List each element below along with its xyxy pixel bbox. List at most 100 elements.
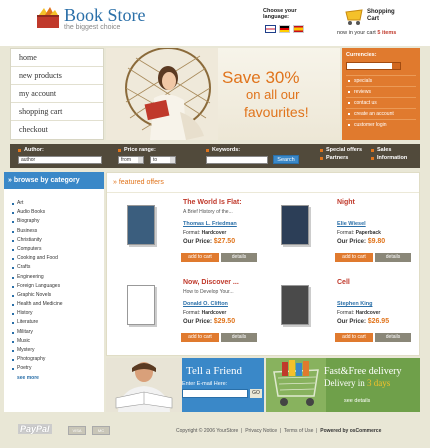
nav-new-products[interactable]: new products — [11, 67, 103, 85]
partners-link[interactable]: Partners — [320, 155, 348, 161]
banner-headline: Save 30% — [222, 68, 300, 87]
price-label: Our Price: — [337, 319, 367, 325]
spanish-flag-icon[interactable] — [293, 25, 304, 33]
category-header: » browse by category — [4, 172, 104, 189]
powered-by[interactable]: Powered by osCommerce — [320, 428, 381, 434]
delivery-days: 3 days — [367, 378, 391, 388]
category-item[interactable]: Biography — [4, 217, 104, 226]
category-item[interactable]: Health and Medicine — [4, 300, 104, 309]
book-title[interactable]: Now, Discover ... — [183, 279, 239, 286]
add-to-cart-button[interactable]: add to cart — [181, 333, 219, 342]
book-cover-image[interactable] — [281, 285, 309, 325]
add-to-cart-button[interactable]: add to cart — [335, 253, 373, 262]
store-name[interactable]: Book Store — [64, 5, 146, 26]
see-more-link[interactable]: see more — [4, 375, 104, 381]
details-button[interactable]: details — [221, 333, 257, 342]
book-cover-image[interactable] — [127, 285, 155, 325]
information-link[interactable]: Information — [371, 155, 407, 161]
book-title[interactable]: Night — [337, 199, 355, 206]
link-specials[interactable]: specials — [346, 75, 416, 85]
author-input[interactable]: author — [18, 156, 102, 164]
link-customer-login[interactable]: customer login — [346, 119, 416, 129]
link-contact[interactable]: contact us — [346, 97, 416, 107]
friend-email-input[interactable] — [182, 389, 248, 398]
terms-link[interactable]: Terms of Use — [284, 428, 313, 434]
book-author[interactable]: Stephen King — [337, 301, 372, 307]
book-title[interactable]: The World Is Flat: — [183, 199, 242, 206]
category-item[interactable]: Crafts — [4, 263, 104, 272]
format-label: Format: — [337, 310, 355, 316]
nav-checkout[interactable]: checkout — [11, 121, 103, 139]
german-flag-icon[interactable] — [279, 25, 290, 33]
category-item[interactable]: History — [4, 309, 104, 318]
featured-title: featured offers — [118, 179, 164, 186]
privacy-link[interactable]: Privacy Notice — [245, 428, 277, 434]
category-item[interactable]: Military — [4, 328, 104, 337]
category-item[interactable]: Christianity — [4, 236, 104, 245]
promo-banner[interactable]: Save 30% on all our favourites! — [106, 48, 340, 140]
header: Book Store the biggest choice Choose you… — [0, 0, 430, 46]
category-item[interactable]: Photography — [4, 355, 104, 364]
book-subtitle: A Brief History of the... — [183, 209, 233, 215]
format-label: Format: — [183, 310, 201, 316]
search-button[interactable]: Search — [273, 155, 299, 164]
add-to-cart-button[interactable]: add to cart — [335, 333, 373, 342]
english-flag-icon[interactable] — [265, 25, 276, 33]
book-format: Format: Hardcover — [183, 230, 226, 236]
nav-home[interactable]: home — [11, 49, 103, 67]
book-price: Our Price: $27.50 — [183, 238, 235, 245]
price-to-select[interactable]: to — [150, 156, 176, 164]
delivery-prefix: Delivery in — [324, 378, 365, 388]
format-value: Hardcover — [201, 230, 227, 236]
details-button[interactable]: details — [375, 333, 411, 342]
shopping-cart-icon[interactable] — [344, 8, 364, 26]
category-item[interactable]: Literature — [4, 318, 104, 327]
book-author[interactable]: Elie Wiesel — [337, 221, 366, 227]
search-bar: Author: author Price range: from to Keyw… — [10, 144, 420, 168]
book-cover-image[interactable] — [281, 205, 309, 245]
visa-card-icon: VISA — [68, 426, 86, 435]
details-button[interactable]: details — [221, 253, 257, 262]
tell-a-friend-panel: Tell a Friend Enter E-mail Here: GO — [106, 358, 264, 412]
nav-my-account[interactable]: my account — [11, 85, 103, 103]
delivery-details-link[interactable]: see details — [344, 398, 370, 404]
nav-shopping-cart[interactable]: shopping cart — [11, 103, 103, 121]
currency-panel: Currencies: specials reviews contact us … — [342, 48, 420, 140]
book-author[interactable]: Thomas L. Friedman — [183, 221, 237, 227]
books-logo-icon[interactable] — [36, 7, 60, 29]
category-item[interactable]: Graphic Novels — [4, 291, 104, 300]
footer-links: Copyright © 2006 YourStore | Privacy Not… — [176, 428, 382, 434]
category-item[interactable]: Mystery — [4, 346, 104, 355]
cart-prefix: now in your cart — [337, 30, 376, 36]
cart-label[interactable]: Shopping Cart — [367, 9, 407, 23]
price-from-select[interactable]: from — [118, 156, 144, 164]
category-item[interactable]: Art — [4, 199, 104, 208]
category-item[interactable]: Computers — [4, 245, 104, 254]
book-format: Format: Hardcover — [183, 310, 226, 316]
tell-friend-go-button[interactable]: GO — [250, 389, 262, 398]
keywords-input[interactable] — [206, 156, 268, 164]
category-item[interactable]: Audio Books — [4, 208, 104, 217]
category-item[interactable]: Music — [4, 337, 104, 346]
tell-friend-label: Enter E-mail Here: — [182, 381, 228, 387]
book-title[interactable]: Cell — [337, 279, 350, 286]
delivery-subtitle: Delivery in 3 days — [324, 378, 390, 388]
details-button[interactable]: details — [375, 253, 411, 262]
category-item[interactable]: Cooking and Food — [4, 254, 104, 263]
book-author[interactable]: Donald O. Clifton — [183, 301, 228, 307]
delivery-panel[interactable]: Fast&Free delivery Delivery in 3 days se… — [266, 358, 420, 412]
keywords-label: Keywords: — [206, 147, 240, 153]
link-reviews[interactable]: reviews — [346, 86, 416, 96]
category-item[interactable]: Business — [4, 227, 104, 236]
category-item[interactable]: Poetry — [4, 364, 104, 373]
paypal-logo: PayPal — [18, 424, 52, 434]
book-cover-image[interactable] — [127, 205, 155, 245]
category-item[interactable]: Engineering — [4, 273, 104, 282]
category-item[interactable]: Foreign Languages — [4, 282, 104, 291]
book-card: Night Elie Wiesel Format: Paperback Our Pri… — [267, 195, 417, 275]
special-offers-link[interactable]: Special offers — [320, 147, 362, 153]
sales-link[interactable]: Sales — [371, 147, 391, 153]
currency-select[interactable] — [346, 62, 401, 70]
add-to-cart-button[interactable]: add to cart — [181, 253, 219, 262]
link-create-account[interactable]: create an account — [346, 108, 416, 118]
